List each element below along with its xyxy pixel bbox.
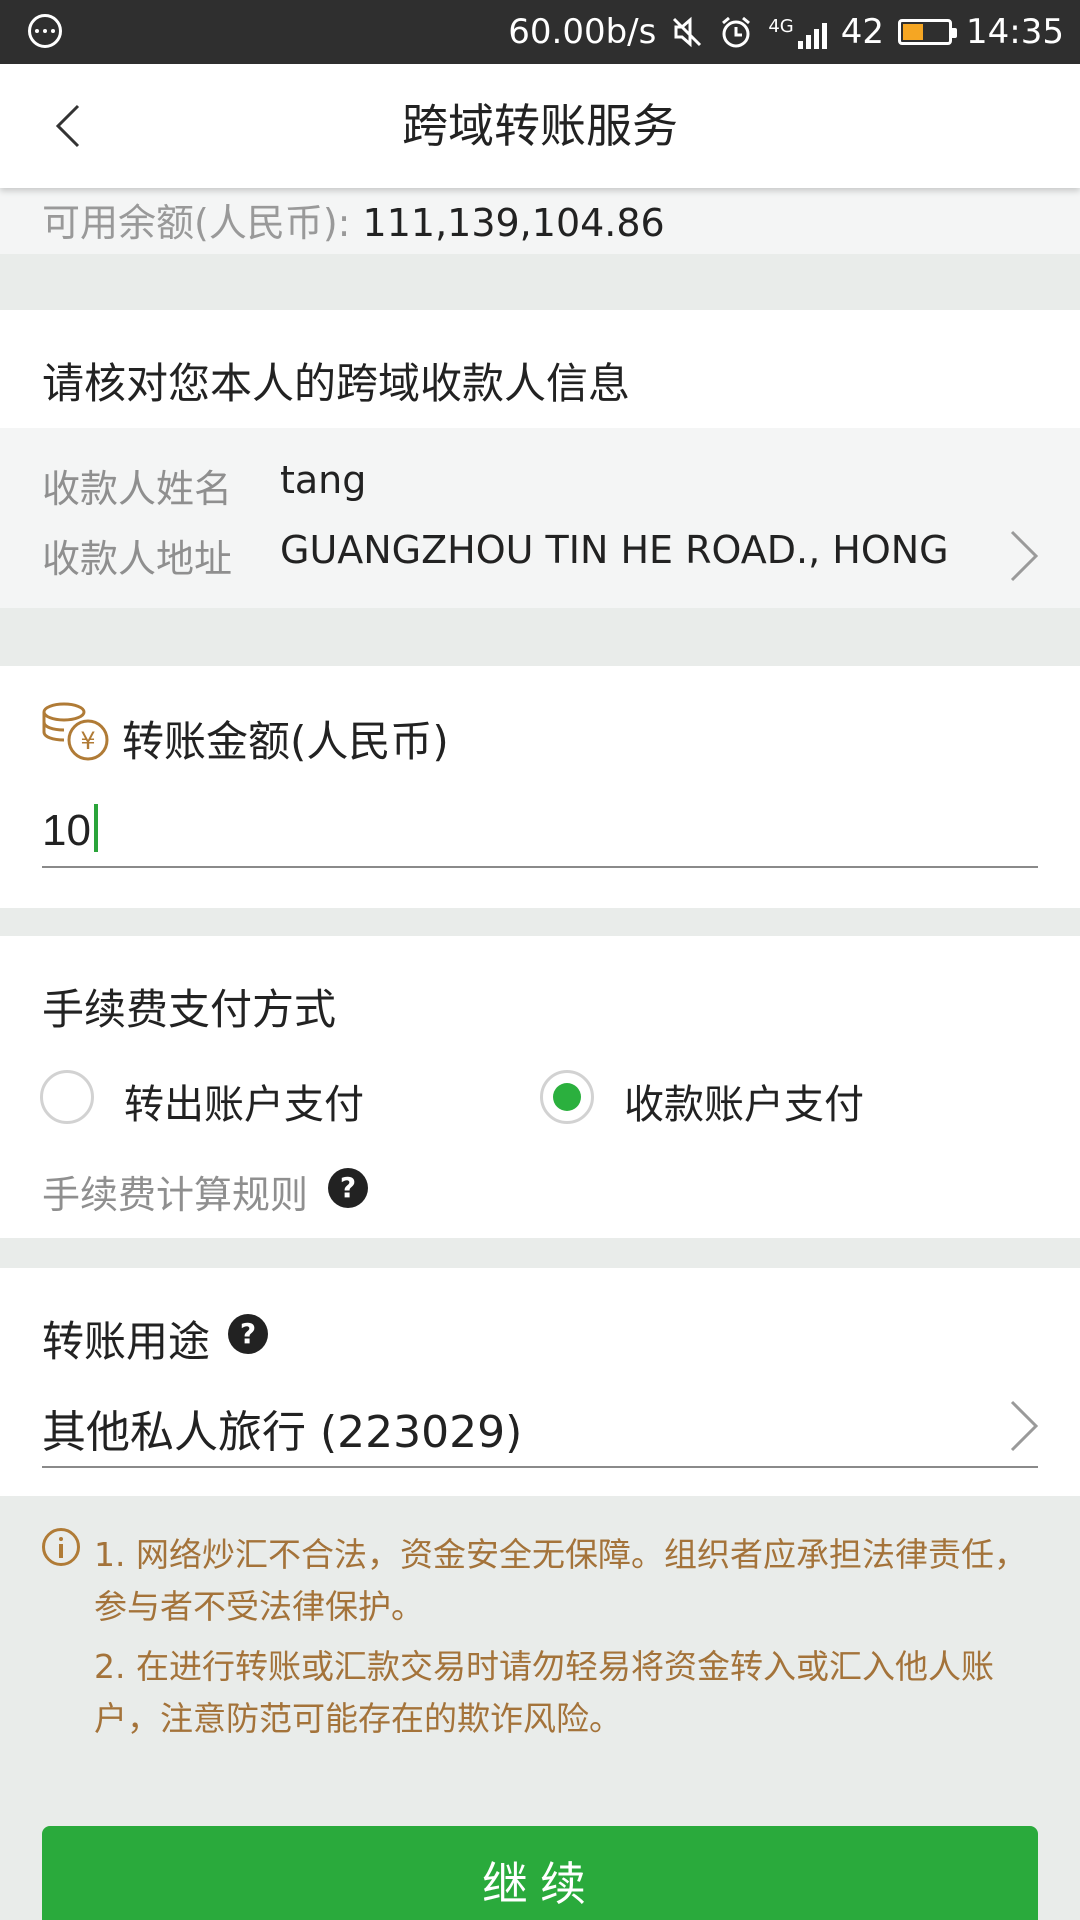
fee-radio-sender[interactable] xyxy=(40,1070,94,1124)
alarm-icon xyxy=(722,16,751,48)
notice-line-4: 户，注意防范可能存在的欺诈风险。 xyxy=(94,1699,622,1738)
fee-option-receiver-label[interactable]: 收款账户支付 xyxy=(624,1072,864,1130)
signal-icon xyxy=(797,19,827,49)
payee-section-title: 请核对您本人的跨域收款人信息 xyxy=(42,359,631,408)
notice-line-3: 2. 在进行转账或汇款交易时请勿轻易将资金转入或汇入他人账 xyxy=(94,1647,994,1686)
mute-icon xyxy=(673,16,702,48)
amount-label: 转账金额(人民币) xyxy=(122,717,449,766)
payee-name-value: tang xyxy=(280,458,367,502)
help-icon[interactable]: ? xyxy=(228,1314,268,1354)
purpose-value[interactable]: 其他私人旅行 (223029) xyxy=(42,1396,522,1460)
chevron-right-icon[interactable] xyxy=(1006,528,1042,584)
header: 跨域转账服务 xyxy=(0,64,1080,188)
purpose-label: 转账用途 xyxy=(42,1317,211,1366)
payee-info-box[interactable]: 收款人姓名 tang 收款人地址 GUANGZHOU TIN HE ROAD.,… xyxy=(0,428,1080,608)
coin-yuan-icon: ¥ xyxy=(42,702,109,761)
fee-radio-receiver[interactable] xyxy=(540,1070,594,1124)
balance-row: 可用余额(人民币): 111,139,104.86 xyxy=(0,188,1080,254)
clock: 14:35 xyxy=(966,12,1064,52)
purpose-underline xyxy=(42,1466,1038,1468)
fee-rules-label[interactable]: 手续费计算规则 xyxy=(42,1164,308,1219)
info-icon xyxy=(42,1528,80,1566)
purpose-section: 转账用途 ? xyxy=(0,1268,1080,1496)
status-indicators: 60.00b/s 4G 42 14:35 xyxy=(508,0,1064,64)
svg-text:¥: ¥ xyxy=(80,727,95,755)
network-type: 4G xyxy=(768,15,794,37)
balance-value: 111,139,104.86 xyxy=(362,201,665,245)
continue-button[interactable]: 继续 xyxy=(42,1826,1038,1920)
battery-level: 42 xyxy=(840,12,885,52)
text-cursor xyxy=(94,804,98,852)
fee-section: 手续费支付方式 转出账户支付 收款账户支付 手续费计算规则 ? xyxy=(0,936,1080,1238)
help-icon[interactable]: ? xyxy=(328,1168,368,1208)
amount-input[interactable] xyxy=(42,796,1038,868)
fee-option-sender-label[interactable]: 转出账户支付 xyxy=(124,1072,364,1130)
amount-section xyxy=(0,666,1080,908)
notice-line-1: 1. 网络炒汇不合法，资金安全无保障。组织者应承担法律责任， xyxy=(94,1535,1027,1574)
more-dots-icon xyxy=(28,14,62,48)
network-speed: 60.00b/s xyxy=(508,12,657,52)
payee-address-value: GUANGZHOU TIN HE ROAD., HONG xyxy=(280,528,949,572)
balance-label: 可用余额(人民币): xyxy=(42,201,363,245)
notice-line-2: 参与者不受法律保护。 xyxy=(94,1587,424,1626)
fee-section-title: 手续费支付方式 xyxy=(42,985,337,1034)
page-title: 跨域转账服务 xyxy=(402,99,678,153)
status-bar: 60.00b/s 4G 42 14:35 xyxy=(0,0,1080,64)
chevron-right-icon[interactable] xyxy=(1006,1398,1042,1454)
payee-name-label: 收款人姓名 xyxy=(42,467,233,511)
payee-address-label: 收款人地址 xyxy=(42,537,233,581)
battery-icon xyxy=(898,19,958,45)
